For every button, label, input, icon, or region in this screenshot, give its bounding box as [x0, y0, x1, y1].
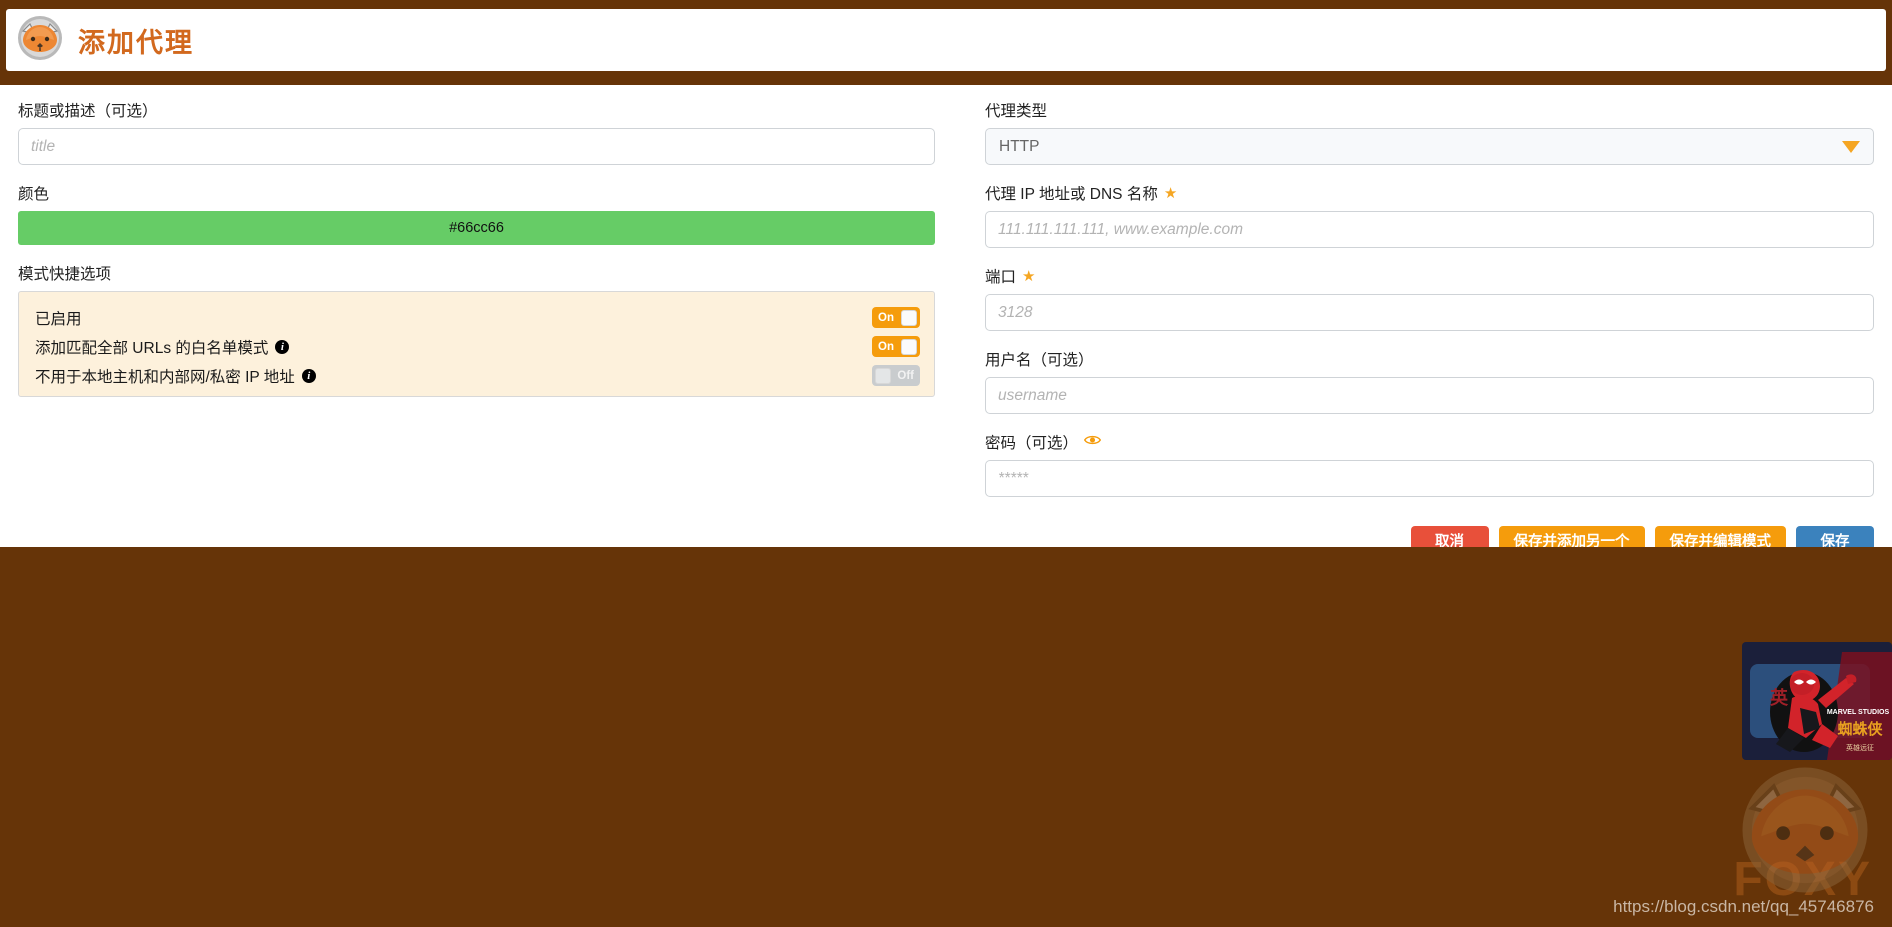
username-group: 用户名（可选）	[985, 348, 1874, 414]
fox-logo-icon	[16, 14, 64, 67]
toggle-localhost[interactable]: Off	[872, 365, 920, 386]
option-label-wrap: 不用于本地主机和内部网/私密 IP 地址 i	[35, 365, 316, 387]
proxy-type-value: HTTP	[999, 137, 1040, 155]
host-label: 代理 IP 地址或 DNS 名称 ★	[985, 182, 1874, 204]
password-group: 密码（可选）	[985, 431, 1874, 497]
password-input[interactable]	[985, 460, 1874, 497]
proxy-type-select[interactable]: HTTP	[985, 128, 1874, 165]
svg-text:英雄远征: 英雄远征	[1846, 743, 1874, 752]
background-area: MARVEL STUDIOS 蜘蛛侠 英雄远征 英 FOXY https://b…	[0, 547, 1892, 927]
toggle-enabled[interactable]: On	[872, 307, 920, 328]
form-panel: 标题或描述（可选） 颜色 #66cc66 模式快捷选项 已启用 On	[0, 85, 1892, 555]
toggle-knob	[901, 338, 917, 355]
watermark-url: https://blog.csdn.net/qq_45746876	[1613, 897, 1874, 916]
info-icon[interactable]: i	[301, 368, 316, 383]
toggle-state-label: On	[878, 311, 894, 324]
shortcuts-box: 已启用 On 添加匹配全部 URLs 的白名单模式 i On 不用于本地主机和内…	[18, 291, 935, 397]
spiderman-poster-image: MARVEL STUDIOS 蜘蛛侠 英雄远征 英	[1742, 642, 1892, 760]
port-label-text: 端口	[985, 269, 1017, 286]
star-icon: ★	[1163, 184, 1178, 202]
chevron-down-icon	[1842, 140, 1860, 153]
header-bar: 添加代理	[6, 9, 1886, 71]
option-label-wrap: 添加匹配全部 URLs 的白名单模式 i	[35, 336, 290, 358]
shortcuts-label: 模式快捷选项	[18, 266, 112, 283]
svg-text:MARVEL STUDIOS: MARVEL STUDIOS	[1827, 709, 1890, 716]
toggle-state-label: On	[878, 340, 894, 353]
color-field-group: 颜色 #66cc66	[18, 182, 935, 245]
page-title: 添加代理	[78, 27, 194, 58]
host-input[interactable]	[985, 211, 1874, 248]
port-label: 端口 ★	[985, 265, 1874, 287]
header-divider	[0, 71, 1892, 85]
title-field-group: 标题或描述（可选）	[18, 99, 935, 165]
username-input[interactable]	[985, 377, 1874, 414]
option-label: 已启用	[35, 310, 82, 328]
password-label: 密码（可选）	[985, 431, 1874, 453]
option-label: 不用于本地主机和内部网/私密 IP 地址	[35, 368, 295, 386]
option-row-enabled: 已启用 On	[35, 303, 920, 332]
password-label-text: 密码（可选）	[985, 435, 1079, 452]
info-icon[interactable]: i	[275, 339, 290, 354]
shortcuts-group: 模式快捷选项 已启用 On 添加匹配全部 URLs 的白名单模式 i On 不用…	[18, 262, 935, 397]
proxy-type-group: 代理类型 HTTP	[985, 99, 1874, 165]
title-label: 标题或描述（可选）	[18, 103, 158, 120]
proxy-type-label: 代理类型	[985, 103, 1048, 120]
option-label-wrap: 已启用	[35, 307, 82, 329]
app-root: 添加代理 标题或描述（可选） 颜色 #66cc66 模式快捷选项 已启用	[0, 0, 1892, 927]
svg-text:蜘蛛侠: 蜘蛛侠	[1837, 720, 1883, 738]
host-label-text: 代理 IP 地址或 DNS 名称	[985, 186, 1158, 203]
svg-text:英: 英	[1769, 687, 1789, 708]
right-column: 代理类型 HTTP 代理 IP 地址或 DNS 名称 ★ 端口 ★	[953, 99, 1874, 555]
port-input[interactable]	[985, 294, 1874, 331]
eye-icon[interactable]	[1083, 433, 1102, 451]
left-column: 标题或描述（可选） 颜色 #66cc66 模式快捷选项 已启用 On	[18, 99, 953, 547]
port-group: 端口 ★	[985, 265, 1874, 331]
fox-watermark-icon	[1730, 755, 1880, 905]
option-row-whitelist: 添加匹配全部 URLs 的白名单模式 i On	[35, 332, 920, 361]
color-label: 颜色	[18, 186, 50, 203]
color-swatch-button[interactable]: #66cc66	[18, 211, 935, 245]
username-label: 用户名（可选）	[985, 352, 1094, 369]
toggle-state-label: Off	[897, 369, 914, 382]
toggle-knob	[901, 309, 917, 326]
host-group: 代理 IP 地址或 DNS 名称 ★	[985, 182, 1874, 248]
star-icon: ★	[1022, 267, 1036, 285]
toggle-knob	[875, 367, 891, 384]
option-label: 添加匹配全部 URLs 的白名单模式	[35, 339, 269, 357]
toggle-whitelist[interactable]: On	[872, 336, 920, 357]
title-input[interactable]	[18, 128, 935, 165]
option-row-localhost: 不用于本地主机和内部网/私密 IP 地址 i Off	[35, 361, 920, 390]
